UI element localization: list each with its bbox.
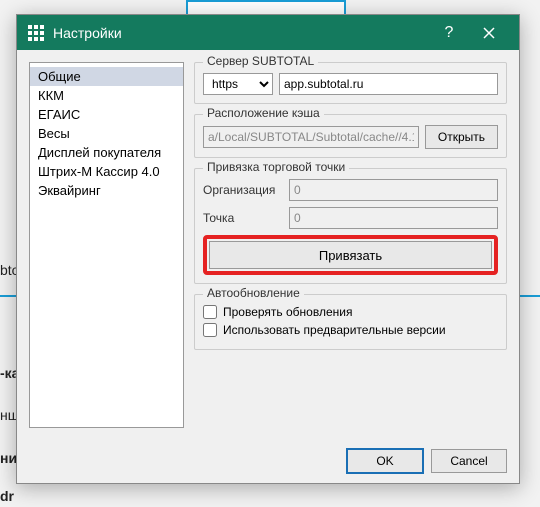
settings-dialog: Настройки ? Общие ККМ ЕГАИС Весы Дисплей… [16, 14, 520, 484]
cancel-button[interactable]: Cancel [431, 449, 507, 473]
autoupdate-group: Автообновление Проверять обновления Испо… [194, 294, 507, 350]
sidebar-item-customer-display[interactable]: Дисплей покупателя [30, 143, 183, 162]
help-button[interactable]: ? [429, 15, 469, 50]
cache-group: Расположение кэша Открыть [194, 114, 507, 158]
pre-releases-checkbox[interactable] [203, 323, 217, 337]
pre-releases-row[interactable]: Использовать предварительные версии [203, 323, 498, 337]
org-label: Организация [203, 183, 283, 197]
point-label: Точка [203, 211, 283, 225]
check-updates-checkbox[interactable] [203, 305, 217, 319]
sidebar-item-shtrih-m[interactable]: Штрих-М Кассир 4.0 [30, 162, 183, 181]
binding-group-title: Привязка торговой точки [203, 160, 349, 174]
check-updates-row[interactable]: Проверять обновления [203, 305, 498, 319]
open-cache-button[interactable]: Открыть [425, 125, 498, 149]
bind-button[interactable]: Привязать [209, 241, 492, 269]
host-input[interactable] [279, 73, 498, 95]
cache-group-title: Расположение кэша [203, 106, 324, 120]
close-button[interactable] [469, 15, 509, 50]
app-icon [27, 24, 45, 42]
sidebar-item-egais[interactable]: ЕГАИС [30, 105, 183, 124]
point-input [289, 207, 498, 229]
binding-group: Привязка торговой точки Организация Точк… [194, 168, 507, 284]
autoupdate-group-title: Автообновление [203, 286, 304, 300]
dialog-title: Настройки [53, 25, 429, 41]
protocol-select[interactable]: https [203, 73, 273, 95]
sidebar-item-acquiring[interactable]: Эквайринг [30, 181, 183, 200]
bg-text: dr [0, 488, 14, 504]
sidebar-item-kkm[interactable]: ККМ [30, 86, 183, 105]
sidebar-item-scales[interactable]: Весы [30, 124, 183, 143]
sidebar-item-general[interactable]: Общие [30, 67, 183, 86]
pre-releases-label: Использовать предварительные версии [223, 323, 446, 337]
org-input [289, 179, 498, 201]
check-updates-label: Проверять обновления [223, 305, 352, 319]
sidebar: Общие ККМ ЕГАИС Весы Дисплей покупателя … [29, 62, 184, 428]
bg-text: ни [0, 450, 17, 466]
cache-path-input [203, 126, 419, 148]
server-group: Сервер SUBTOTAL https [194, 62, 507, 104]
titlebar: Настройки ? [17, 15, 519, 50]
ok-button[interactable]: OK [347, 449, 423, 473]
server-group-title: Сервер SUBTOTAL [203, 54, 318, 68]
